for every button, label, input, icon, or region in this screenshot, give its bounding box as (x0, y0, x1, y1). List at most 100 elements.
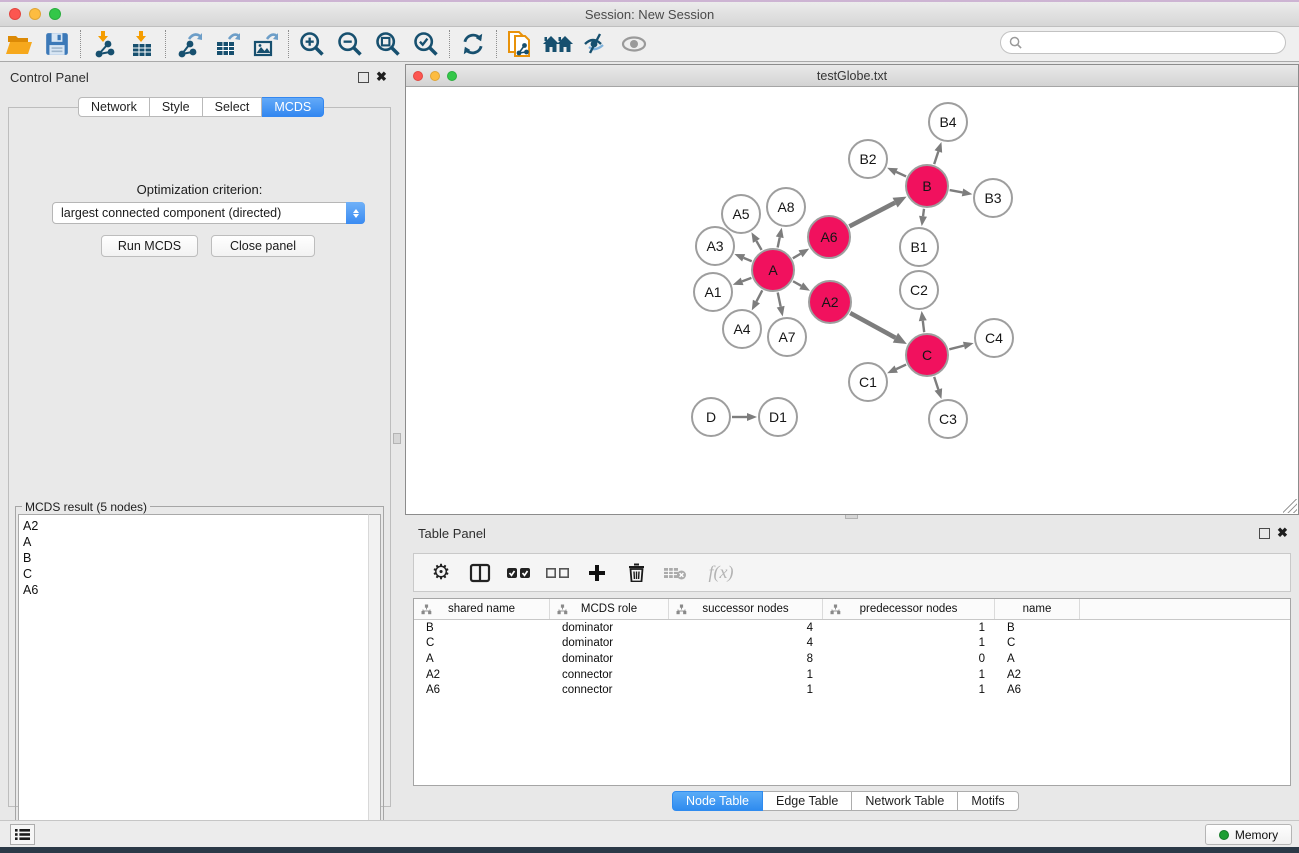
eye-slash-icon[interactable] (577, 28, 615, 60)
graph-node-B[interactable]: B (906, 165, 948, 207)
edge-A-A1[interactable] (733, 278, 752, 286)
graph-node-A5[interactable]: A5 (722, 195, 760, 233)
mcds-result-item[interactable]: C (23, 566, 370, 582)
export-network-icon[interactable] (170, 28, 208, 60)
table-cell[interactable]: B (995, 622, 1080, 634)
table-cell[interactable]: connector (550, 669, 669, 681)
mcds-result-item[interactable]: A6 (23, 582, 370, 598)
task-history-icon[interactable] (10, 824, 35, 845)
tab-style[interactable]: Style (150, 97, 203, 117)
export-image-icon[interactable] (246, 28, 284, 60)
table-float-panel-icon[interactable] (1259, 528, 1270, 539)
table-cell[interactable]: 4 (669, 637, 823, 649)
zoom-selected-icon[interactable] (407, 28, 445, 60)
network-window-titlebar[interactable]: testGlobe.txt (406, 65, 1298, 87)
document-share-icon[interactable] (501, 28, 539, 60)
table-row[interactable]: A2connector11A2 (414, 667, 1290, 683)
table-cell[interactable]: 0 (823, 653, 995, 665)
graph-node-A[interactable]: A (752, 249, 794, 291)
edge-A-A5[interactable] (751, 232, 761, 250)
tab-edge-table[interactable]: Edge Table (763, 791, 852, 811)
tab-motifs[interactable]: Motifs (958, 791, 1018, 811)
open-file-icon[interactable] (0, 28, 38, 60)
columns-icon[interactable] (465, 558, 495, 588)
optimization-criterion-select[interactable]: largest connected component (directed) (52, 202, 365, 224)
table-row[interactable]: Adominator80A (414, 651, 1290, 667)
table-cell[interactable]: 1 (669, 669, 823, 681)
edge-B-B1[interactable] (919, 209, 927, 226)
table-cell[interactable]: 1 (823, 637, 995, 649)
import-table-icon[interactable] (123, 28, 161, 60)
zoom-out-icon[interactable] (331, 28, 369, 60)
table-cell[interactable]: 8 (669, 653, 823, 665)
table-cell[interactable]: 4 (669, 622, 823, 634)
edge-B-B2[interactable] (887, 168, 906, 177)
table-cell[interactable]: A (995, 653, 1080, 665)
tab-network[interactable]: Network (78, 97, 150, 117)
graph-node-A7[interactable]: A7 (768, 318, 806, 356)
edge-C-C2[interactable] (919, 311, 927, 332)
edge-B-B3[interactable] (950, 189, 973, 197)
table-cell[interactable]: A (414, 653, 550, 665)
window-resize-grip[interactable] (1283, 499, 1297, 513)
table-cell[interactable]: C (995, 637, 1080, 649)
trash-icon[interactable] (621, 558, 651, 588)
vertical-splitter-handle[interactable] (393, 433, 401, 444)
edge-A-A6[interactable] (793, 249, 809, 259)
add-column-icon[interactable] (582, 558, 612, 588)
edge-A-A8[interactable] (776, 228, 784, 248)
tab-mcds[interactable]: MCDS (262, 97, 324, 117)
graph-node-A6[interactable]: A6 (808, 216, 850, 258)
graph-node-C3[interactable]: C3 (929, 400, 967, 438)
graph-node-A8[interactable]: A8 (767, 188, 805, 226)
tab-select[interactable]: Select (203, 97, 263, 117)
graph-node-A2[interactable]: A2 (809, 281, 851, 323)
column-header-successor-nodes[interactable]: successor nodes (669, 599, 823, 619)
result-list-scrollbar[interactable] (368, 514, 381, 844)
network-canvas[interactable]: A5A8A3AA1A4A7A6A2BB2B4B3B1C2CC4C1C3DD1 (406, 87, 1298, 514)
tab-network-table[interactable]: Network Table (852, 791, 958, 811)
table-row[interactable]: A6connector11A6 (414, 682, 1290, 698)
edge-A-A7[interactable] (777, 293, 785, 317)
table-cell[interactable]: B (414, 622, 550, 634)
graph-node-B3[interactable]: B3 (974, 179, 1012, 217)
graph-node-A3[interactable]: A3 (696, 227, 734, 265)
mcds-result-item[interactable]: A2 (23, 518, 370, 534)
select-all-checkboxes-icon[interactable] (504, 558, 534, 588)
export-table-icon[interactable] (208, 28, 246, 60)
table-row[interactable]: Cdominator41C (414, 636, 1290, 652)
edge-C-C3[interactable] (934, 377, 942, 399)
graph-node-D1[interactable]: D1 (759, 398, 797, 436)
table-cell[interactable]: connector (550, 684, 669, 696)
float-panel-icon[interactable] (358, 72, 369, 83)
edge-C-C1[interactable] (887, 365, 906, 374)
edge-D-D1[interactable] (732, 413, 757, 421)
edge-A-A4[interactable] (752, 290, 763, 310)
run-mcds-button[interactable]: Run MCDS (101, 235, 198, 257)
table-cell[interactable]: A6 (995, 684, 1080, 696)
table-row[interactable]: Bdominator41B (414, 620, 1290, 636)
graph-node-C1[interactable]: C1 (849, 363, 887, 401)
table-close-panel-icon[interactable]: ✖ (1277, 525, 1288, 541)
graph-node-A1[interactable]: A1 (694, 273, 732, 311)
table-cell[interactable]: dominator (550, 637, 669, 649)
refresh-icon[interactable] (454, 28, 492, 60)
table-cell[interactable]: A2 (995, 669, 1080, 681)
mcds-result-item[interactable]: A (23, 534, 370, 550)
tab-node-table[interactable]: Node Table (672, 791, 763, 811)
edge-A6-B[interactable] (849, 197, 906, 227)
graph-node-B1[interactable]: B1 (900, 228, 938, 266)
delete-table-icon[interactable] (660, 558, 690, 588)
table-cell[interactable]: dominator (550, 653, 669, 665)
eye-icon[interactable] (615, 28, 653, 60)
graph-node-A4[interactable]: A4 (723, 310, 761, 348)
column-header-predecessor-nodes[interactable]: predecessor nodes (823, 599, 995, 619)
mcds-result-item[interactable]: B (23, 550, 370, 566)
zoom-in-icon[interactable] (293, 28, 331, 60)
column-header-name[interactable]: name (995, 599, 1080, 619)
table-cell[interactable]: 1 (823, 684, 995, 696)
edge-A-A2[interactable] (793, 281, 810, 290)
edge-C-C4[interactable] (949, 342, 973, 350)
close-panel-icon[interactable]: ✖ (376, 69, 387, 85)
close-panel-button[interactable]: Close panel (211, 235, 315, 257)
